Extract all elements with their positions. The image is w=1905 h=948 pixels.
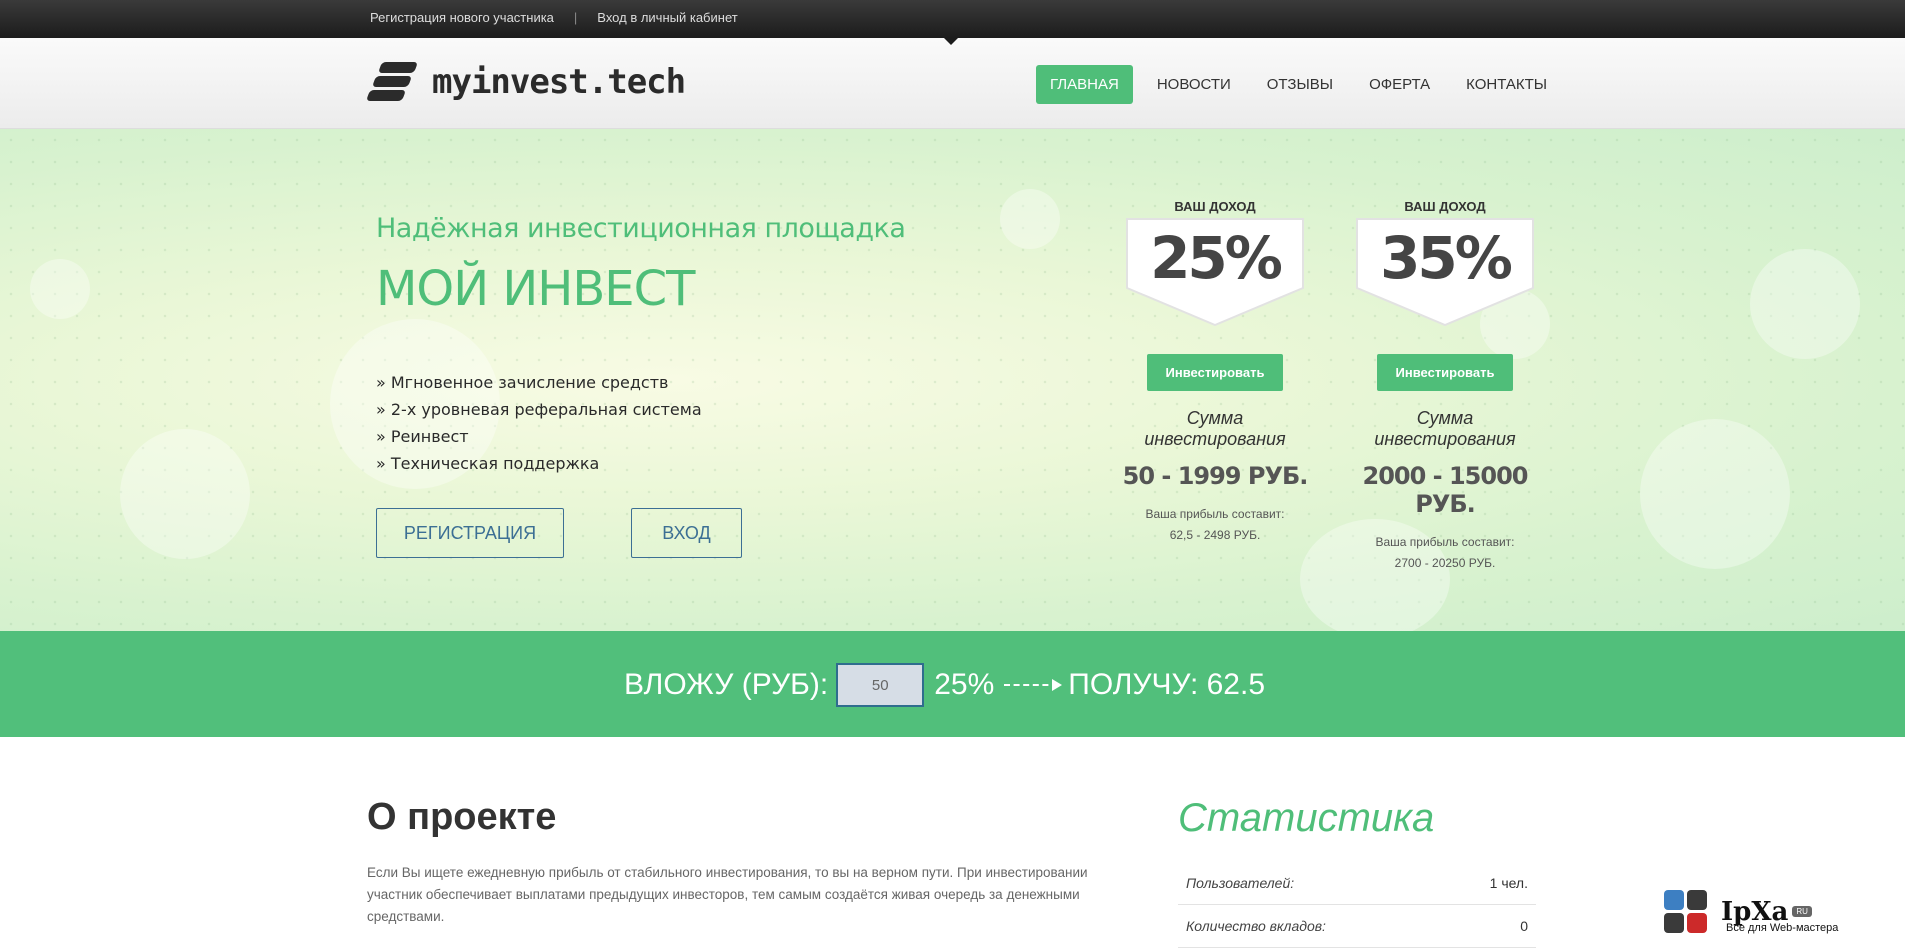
plan-income-label: ВАШ ДОХОД <box>1404 199 1486 214</box>
bokeh-circle <box>120 429 250 559</box>
plan-profit: Ваша прибыль составит: 2700 - 20250 РУБ. <box>1345 532 1545 574</box>
hero-title: МОЙ ИНВЕСТ <box>376 261 695 317</box>
plan-percent-badge: 35% <box>1356 218 1534 326</box>
login-link[interactable]: Вход в личный кабинет <box>597 10 737 25</box>
about-title: О проекте <box>367 796 557 838</box>
stats-table: Пользователей: 1 чел. Количество вкладов… <box>1178 862 1536 948</box>
nav-item-reviews[interactable]: ОТЗЫВЫ <box>1267 65 1333 104</box>
calculator-row: ВЛОЖУ (РУБ): 25% ПОЛУЧУ: 62.5 <box>624 663 1265 707</box>
plan-profit-label: Ваша прибыль составит: <box>1145 507 1285 521</box>
nav-item-news[interactable]: НОВОСТИ <box>1157 65 1231 104</box>
plan-profit: Ваша прибыль составит: 62,5 - 2498 РУБ. <box>1115 504 1315 546</box>
plan-sum-range: 2000 - 15000 РУБ. <box>1362 462 1529 518</box>
hero-subtitle: Надёжная инвестиционная площадка <box>376 213 906 244</box>
feature-item: » Мгновенное зачисление средств <box>376 373 669 392</box>
nav-item-offer[interactable]: ОФЕРТА <box>1369 65 1430 104</box>
invest-button-2[interactable]: Инвестировать <box>1376 354 1514 391</box>
plan-profit-label: Ваша прибыль составит: <box>1375 535 1515 549</box>
hero-section: Надёжная инвестиционная площадка МОЙ ИНВ… <box>0 129 1905 631</box>
plan-percent: 35% <box>1380 224 1513 292</box>
invest-amount-label: ВЛОЖУ (РУБ): <box>624 668 829 701</box>
plan-percent: 25% <box>1150 224 1283 292</box>
logo-text: myinvest.tech <box>432 62 686 102</box>
calculator-percent: 25% <box>934 668 995 701</box>
register-link[interactable]: Регистрация нового участника <box>370 10 554 25</box>
plan-sum-label: Сумма инвестирования <box>1144 408 1286 449</box>
plan-profit-value: 62,5 - 2498 РУБ. <box>1169 528 1261 542</box>
top-links-separator: | <box>573 10 578 25</box>
arrow-right-icon <box>1004 679 1063 691</box>
plan-sum-range: 50 - 1999 РУБ. <box>1122 462 1309 490</box>
bokeh-circle <box>1750 249 1860 359</box>
feature-item: » Техническая поддержка <box>376 454 600 473</box>
main-nav: ГЛАВНАЯ НОВОСТИ ОТЗЫВЫ ОФЕРТА КОНТАКТЫ <box>1036 65 1547 104</box>
feature-item: » 2-х уровневая реферальная система <box>376 400 702 419</box>
bokeh-circle <box>1000 189 1060 249</box>
profit-calculator: ВЛОЖУ (РУБ): 25% ПОЛУЧУ: 62.5 <box>0 631 1905 737</box>
site-logo[interactable]: myinvest.tech <box>365 60 686 104</box>
register-button[interactable]: РЕГИСТРАЦИЯ <box>376 508 564 558</box>
stats-row: Количество вкладов: 0 <box>1178 905 1536 948</box>
login-button[interactable]: ВХОД <box>631 508 742 558</box>
ipxa-logo-icon <box>1664 890 1707 933</box>
about-text: Если Вы ищете ежедневную прибыль от стаб… <box>367 865 1088 924</box>
plan-profit-value: 2700 - 20250 РУБ. <box>1394 556 1496 570</box>
top-bar-notch <box>944 38 958 45</box>
plan-percent-badge: 25% <box>1126 218 1304 326</box>
stats-key: Количество вкладов: <box>1186 918 1326 934</box>
stats-row: Пользователей: 1 чел. <box>1178 862 1536 905</box>
bokeh-circle <box>30 259 90 319</box>
stats-key: Пользователей: <box>1186 875 1295 891</box>
feature-item: » Реинвест <box>376 427 469 446</box>
stats-value: 1 чел. <box>1489 875 1528 891</box>
invest-amount-input[interactable] <box>836 663 925 707</box>
site-header: myinvest.tech ГЛАВНАЯ НОВОСТИ ОТЗЫВЫ ОФЕ… <box>0 38 1905 129</box>
feature-list: » Мгновенное зачисление средств » 2-х ур… <box>376 369 702 477</box>
ipxa-tagline: Все для Web-мастера <box>1726 922 1839 934</box>
plan-card-2: ВАШ ДОХОД 35% Инвестировать Сумма инвест… <box>1345 199 1545 574</box>
logo-icon <box>365 60 419 104</box>
plan-income-label: ВАШ ДОХОД <box>1174 199 1256 214</box>
stats-value: 0 <box>1520 918 1528 934</box>
top-bar: Регистрация нового участника | Вход в ли… <box>0 0 1905 38</box>
plan-sum-label: Сумма инвестирования <box>1374 408 1516 449</box>
hero-dot-pattern <box>0 129 1905 631</box>
plan-card-1: ВАШ ДОХОД 25% Инвестировать Сумма инвест… <box>1115 199 1315 546</box>
ipxa-watermark: IpXa RU Все для Web-мастера <box>1664 890 1838 934</box>
nav-item-contacts[interactable]: КОНТАКТЫ <box>1466 65 1547 104</box>
nav-item-home[interactable]: ГЛАВНАЯ <box>1036 65 1133 104</box>
top-links: Регистрация нового участника | Вход в ли… <box>370 10 738 25</box>
bokeh-circle <box>1640 419 1790 569</box>
ipxa-badge: RU <box>1792 906 1812 917</box>
stats-title: Статистика <box>1178 796 1435 840</box>
invest-button-1[interactable]: Инвестировать <box>1146 354 1284 391</box>
calculator-result: ПОЛУЧУ: 62.5 <box>1068 668 1266 701</box>
